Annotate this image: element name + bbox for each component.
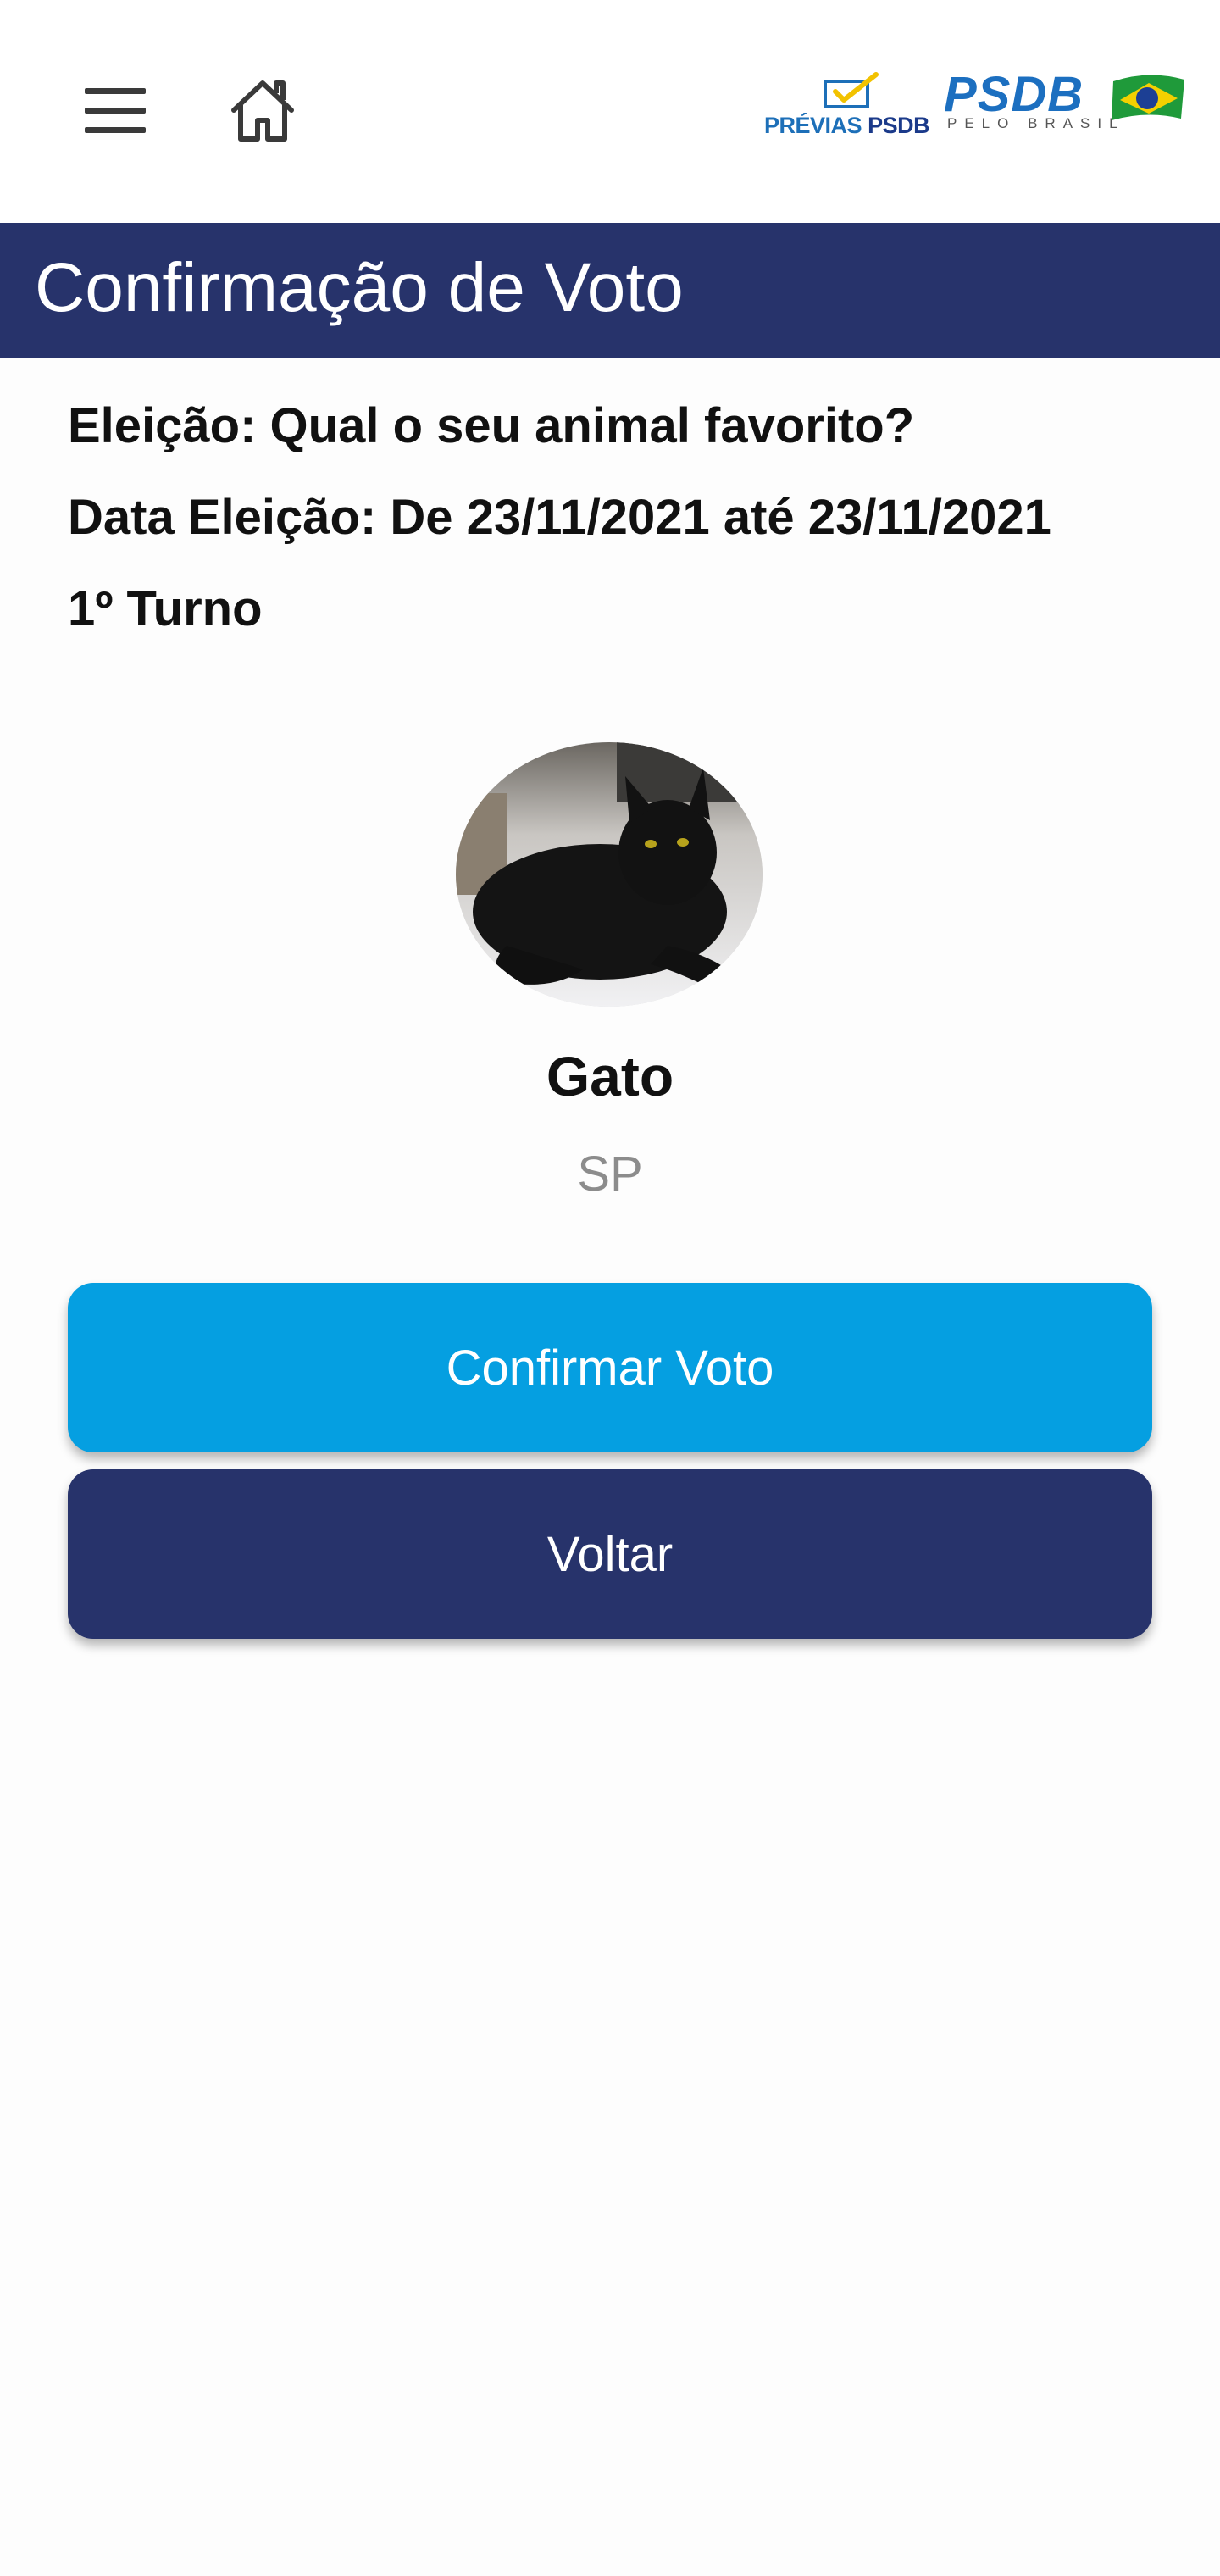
candidate-name: Gato [546, 1045, 674, 1108]
confirm-vote-button[interactable]: Confirmar Voto [68, 1283, 1152, 1452]
black-cat-photo [456, 742, 762, 1007]
psdb-logo-word: PSDB [944, 67, 1084, 122]
brazil-flag-icon [1112, 75, 1184, 120]
previas-logo-prefix: PRÉVIAS [764, 113, 862, 138]
previas-logo-brand: PSDB [868, 113, 930, 138]
election-date: Data Eleição: De 23/11/2021 até 23/11/20… [68, 490, 1051, 545]
election-info: Eleição: Qual o seu animal favorito? Dat… [68, 390, 1169, 664]
hamburger-menu-icon[interactable] [81, 85, 149, 136]
page-title: Confirmação de Voto [35, 249, 684, 326]
election-round: 1º Turno [68, 581, 263, 636]
home-icon[interactable] [227, 75, 298, 146]
page-title-bar: Confirmação de Voto [0, 223, 1220, 358]
candidate-state: SP [577, 1146, 643, 1202]
psdb-pelo-brasil-logo: PSDB PELO BRASIL [944, 66, 1190, 142]
election-name: Eleição: Qual o seu animal favorito? [68, 398, 915, 453]
app-header: PRÉVIAS PSDB PSDB PELO BRASIL [0, 0, 1220, 223]
back-button[interactable]: Voltar [68, 1469, 1152, 1639]
ballot-check-icon [824, 72, 879, 108]
psdb-logo-subtitle: PELO BRASIL [947, 115, 1125, 131]
previas-psdb-logo: PRÉVIAS PSDB [764, 71, 930, 139]
